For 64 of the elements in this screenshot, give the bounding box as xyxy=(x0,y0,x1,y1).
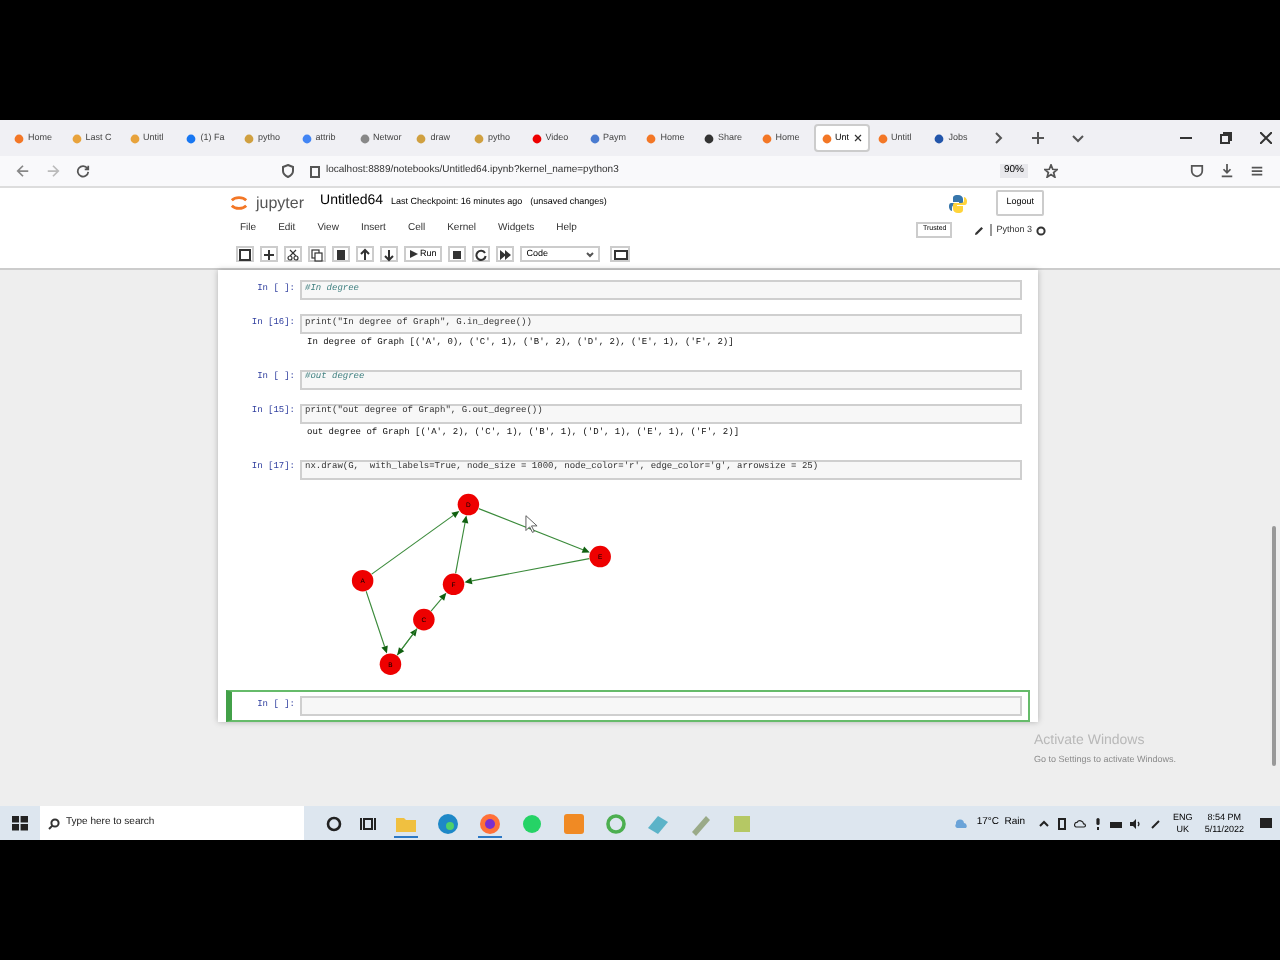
favicon-icon xyxy=(359,133,369,143)
battery-icon[interactable] xyxy=(1057,817,1066,829)
save-button[interactable] xyxy=(236,246,254,262)
task-view-icon[interactable] xyxy=(358,813,378,833)
arrow-down-button[interactable] xyxy=(380,246,398,262)
download-icon[interactable] xyxy=(1220,164,1234,178)
chevron-down-icon[interactable] xyxy=(1072,133,1085,143)
caret-icon xyxy=(586,251,595,257)
jupyter-logo-text: jupyter xyxy=(256,191,305,215)
favicon-icon xyxy=(531,133,542,143)
back-icon[interactable] xyxy=(16,164,30,178)
cut-button[interactable] xyxy=(284,246,302,262)
favicon-icon xyxy=(244,133,254,143)
favicon-icon xyxy=(704,133,714,143)
favicon-icon xyxy=(821,133,831,143)
cloud-icon[interactable] xyxy=(1073,817,1086,829)
menu-icon[interactable] xyxy=(1250,164,1264,178)
kernel-idle-icon xyxy=(1036,225,1046,235)
close-icon[interactable] xyxy=(1260,132,1273,144)
stop-button[interactable] xyxy=(448,246,467,262)
favicon-icon xyxy=(14,133,24,143)
favicon-icon xyxy=(416,133,427,143)
favicon-icon xyxy=(646,133,657,143)
firefox-icon[interactable] xyxy=(476,809,504,837)
new-tab-icon[interactable] xyxy=(1032,132,1045,144)
restart-button[interactable] xyxy=(472,246,491,262)
shield-icon[interactable] xyxy=(282,164,294,178)
favicon-icon xyxy=(71,133,82,143)
search-icon xyxy=(48,817,60,829)
favicon-icon xyxy=(474,133,484,143)
play-icon xyxy=(410,250,418,258)
favicon-icon xyxy=(589,133,599,143)
code-input-field[interactable] xyxy=(299,696,1021,716)
favicon-icon xyxy=(129,133,139,143)
network-icon[interactable] xyxy=(1109,817,1122,829)
paste-button[interactable] xyxy=(332,246,350,262)
keyboard-button[interactable] xyxy=(610,246,631,262)
jupyter-logo-icon xyxy=(230,194,248,212)
favicon-icon xyxy=(761,133,772,143)
plus-button[interactable] xyxy=(260,246,278,262)
speaker-icon[interactable] xyxy=(1129,817,1142,829)
star-icon[interactable] xyxy=(1044,164,1058,178)
chevron-up-icon[interactable] xyxy=(1037,817,1050,829)
favicon-icon xyxy=(934,133,945,143)
close-icon[interactable] xyxy=(853,134,862,142)
favicon-icon xyxy=(877,133,888,143)
page-icon xyxy=(310,165,320,177)
cortana-icon[interactable] xyxy=(324,813,344,833)
restore-icon[interactable] xyxy=(1220,132,1233,144)
edge-browser-icon[interactable] xyxy=(434,809,462,837)
arrow-up-button[interactable] xyxy=(356,246,374,262)
pencil-icon[interactable] xyxy=(974,225,985,235)
favicon-icon xyxy=(186,133,197,143)
reload-icon[interactable] xyxy=(76,164,90,178)
favicon-icon xyxy=(301,133,312,143)
python-logo-icon xyxy=(948,193,969,213)
copy-button[interactable] xyxy=(308,246,326,262)
microphone-icon[interactable] xyxy=(1093,817,1102,829)
pocket-icon[interactable] xyxy=(1190,164,1204,178)
mouse-cursor-icon xyxy=(524,514,537,532)
pen-icon[interactable] xyxy=(1149,817,1162,829)
fast-forward-button[interactable] xyxy=(496,246,515,262)
chevron-right-icon[interactable] xyxy=(994,132,1005,144)
minimize-icon[interactable] xyxy=(1180,132,1193,144)
